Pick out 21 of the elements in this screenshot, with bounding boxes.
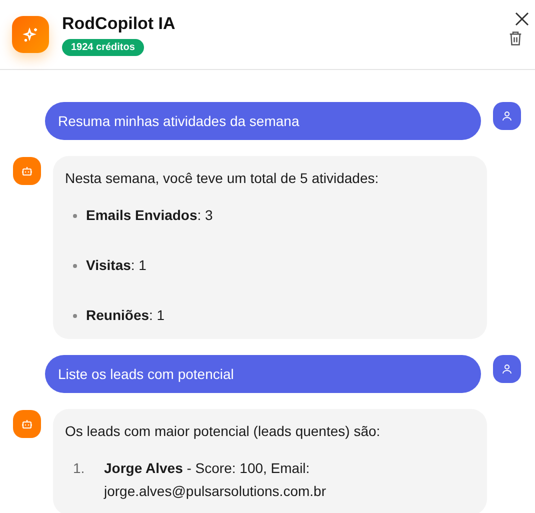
user-message: Liste os leads com potencial [45, 355, 481, 393]
list-item-text: Visitas: 1 [86, 256, 146, 275]
close-icon[interactable] [515, 12, 529, 26]
robot-icon [21, 165, 33, 177]
message-text: Os leads com maior potencial (leads quentes) são: [65, 422, 382, 441]
sparkle-logo [12, 16, 49, 53]
bullet-dot [73, 314, 77, 318]
user-icon [501, 110, 513, 122]
list-item-text: Jorge Alves - Score: 100, Email: jorge.alves@pulsarsolutions.com.br [104, 459, 327, 501]
credits-badge: 1924 créditos [62, 38, 144, 56]
list-number: 1. [73, 459, 86, 478]
user-icon [501, 363, 513, 375]
user-message: Resuma minhas atividades da semana [45, 102, 481, 140]
app-title: RodCopilot IA [62, 14, 176, 34]
trash-icon[interactable] [508, 30, 523, 47]
bullet-dot [73, 214, 77, 218]
list-item-text: Reuniões: 1 [86, 306, 165, 325]
robot-icon [21, 418, 33, 430]
list-item-text: Emails Enviados: 3 [86, 206, 213, 225]
bullet-dot [73, 264, 77, 268]
message-text: Nesta semana, você teve um total de 5 atividades: [65, 169, 380, 188]
